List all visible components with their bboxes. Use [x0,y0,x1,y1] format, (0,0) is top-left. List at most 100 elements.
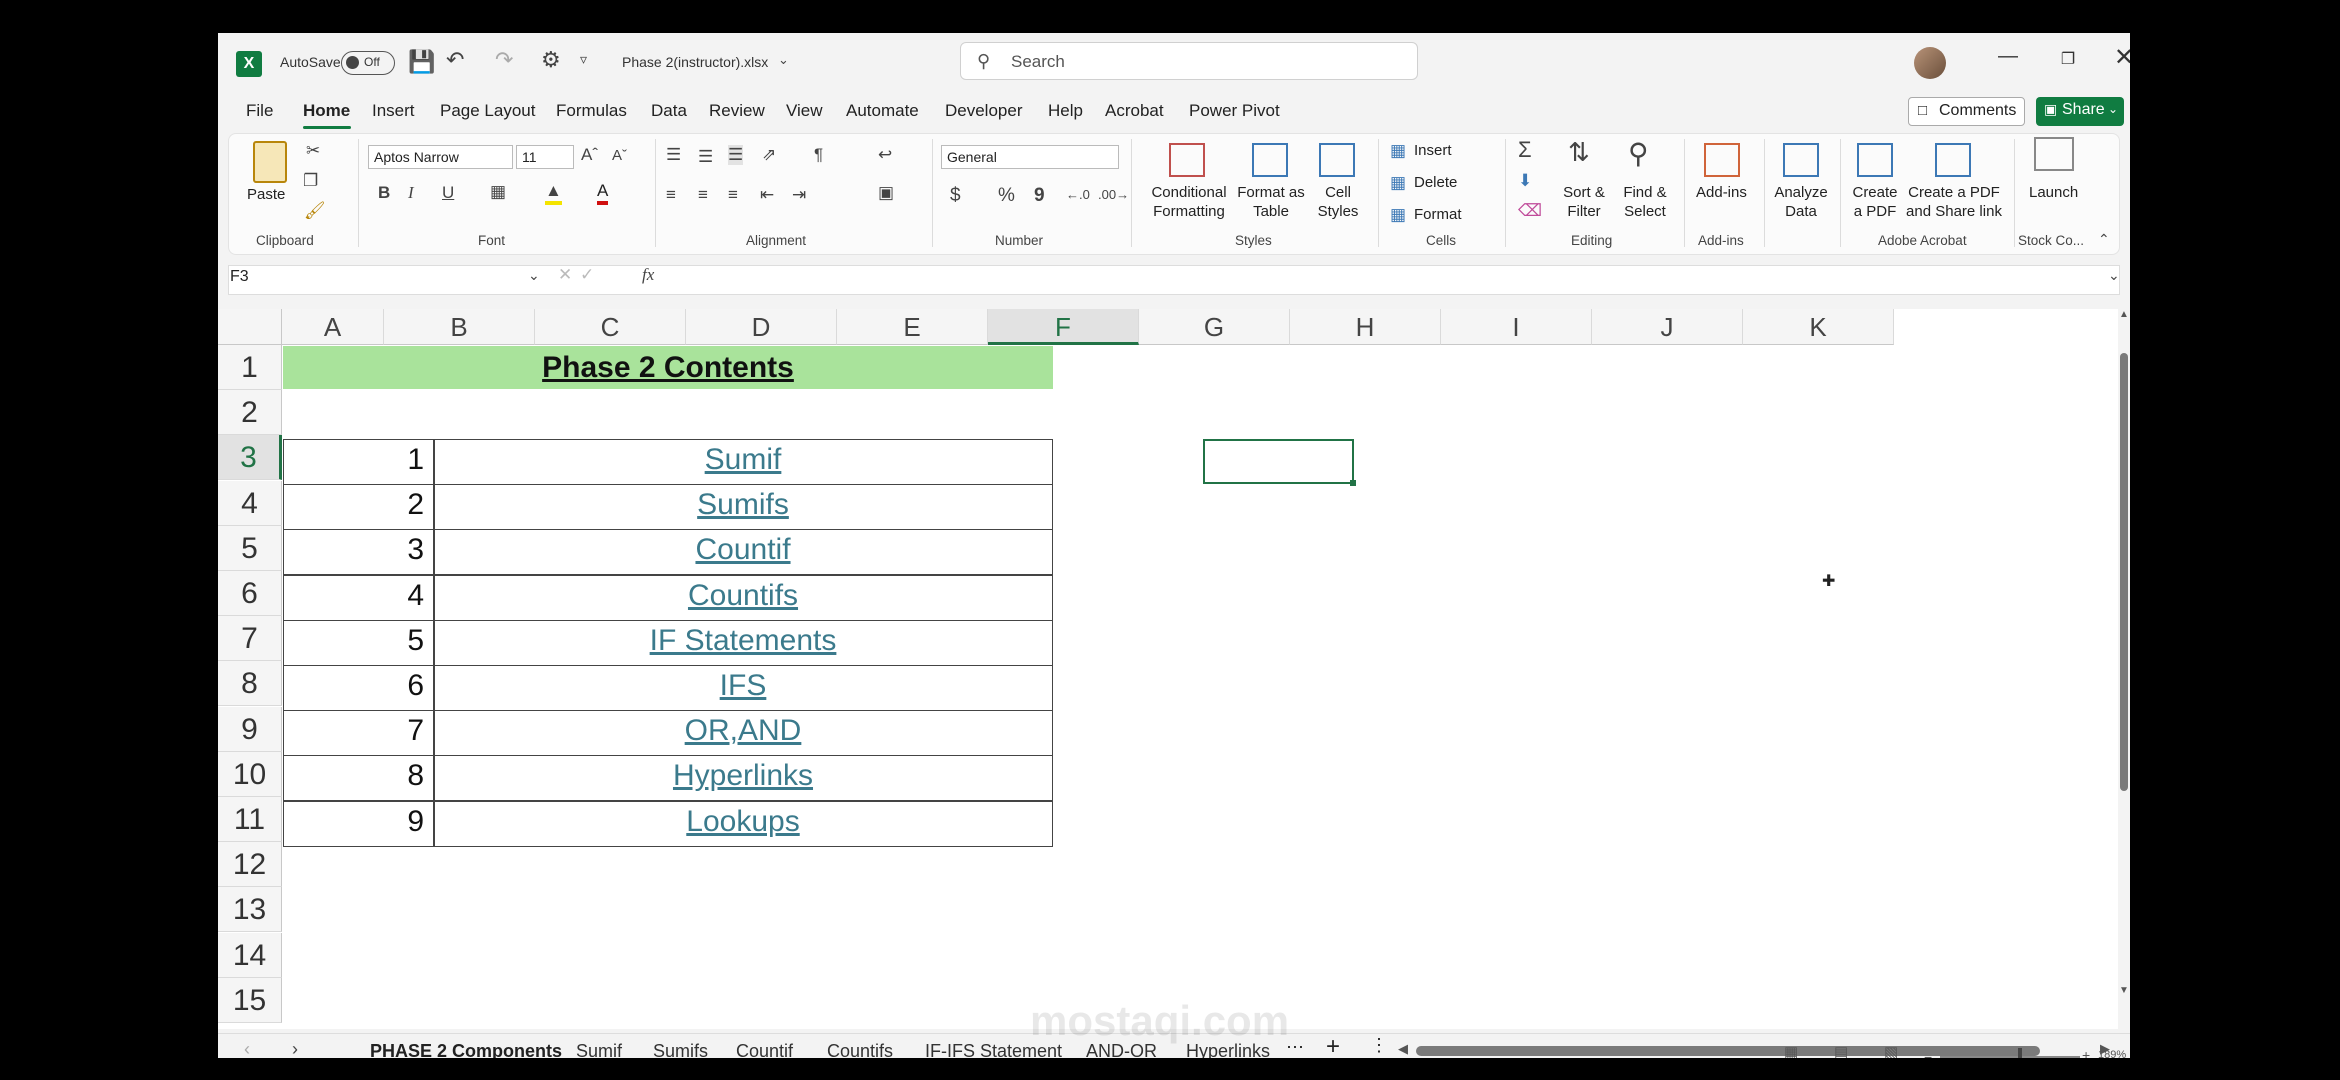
align-center-icon[interactable]: ≡ [698,185,708,205]
scroll-up-icon[interactable]: ▲ [2119,309,2129,320]
share-button[interactable]: ▣ Share ⌄ [2036,97,2124,126]
sheet-options-icon[interactable]: ⋮ [1370,1035,1388,1056]
format-painter-icon[interactable]: 🖌 [304,201,326,221]
orientation-icon[interactable]: ⇗ [762,145,776,165]
search-box[interactable]: ⚲ Search [960,42,1418,80]
menu-page-layout[interactable]: Page Layout [440,101,535,121]
align-right-icon[interactable]: ≡ [728,185,738,205]
sheet-tab-countifs[interactable]: Countifs [827,1041,893,1058]
minimize-icon[interactable]: — [1988,45,2028,68]
sort-filter-icon[interactable]: ⇅ [1568,137,1590,168]
zoom-slider-thumb[interactable] [2018,1048,2022,1058]
fill-icon[interactable]: ⬇ [1518,171,1532,191]
format-cells-icon[interactable]: ▦ [1390,205,1406,225]
column-header-k[interactable]: K [1743,309,1894,345]
create-pdf-label[interactable]: Create a PDF [1846,183,1904,221]
format-cells-label[interactable]: Format [1414,205,1462,224]
undo-icon[interactable]: ↶ [446,47,464,73]
menu-view[interactable]: View [786,101,823,121]
row-header-12[interactable]: 12 [218,842,282,888]
align-middle-icon[interactable]: ☰ [698,147,713,167]
decrease-decimal-icon[interactable]: .00→ [1098,187,1129,202]
menu-home[interactable]: Home [303,101,350,121]
customize-qat-icon[interactable]: ▿ [580,51,587,68]
row-header-15[interactable]: 15 [218,977,282,1023]
decrease-indent-icon[interactable]: ⇤ [760,185,774,205]
item-hyperlink-cell[interactable]: Lookups [435,805,1051,839]
delete-cells-icon[interactable]: ▦ [1390,173,1406,193]
create-pdf-icon[interactable] [1857,143,1893,177]
percent-button[interactable]: % [998,185,1015,207]
menu-data[interactable]: Data [651,101,687,121]
increase-indent-icon[interactable]: ⇥ [792,185,806,205]
select-all-corner[interactable] [218,309,282,345]
filename-chevron-icon[interactable]: ⌄ [778,52,789,68]
menu-formulas[interactable]: Formulas [556,101,627,121]
column-header-b[interactable]: B [384,309,535,345]
normal-view-icon[interactable]: ▦ [1784,1043,1798,1058]
merge-center-icon[interactable]: ▣ [878,183,894,203]
page-break-view-icon[interactable]: ▧ [1884,1043,1898,1058]
increase-decimal-icon[interactable]: ←.0 [1066,187,1090,202]
zoom-out-icon[interactable]: − [1924,1049,1932,1058]
menu-acrobat[interactable]: Acrobat [1105,101,1164,121]
currency-button[interactable]: $ [950,185,961,207]
bold-button[interactable]: B [378,183,390,203]
cell-styles-label[interactable]: Cell Styles [1308,183,1368,221]
delete-cells-label[interactable]: Delete [1414,173,1457,192]
column-header-j[interactable]: J [1592,309,1743,345]
prev-sheet-icon[interactable]: ‹ [244,1039,250,1058]
scroll-down-icon[interactable]: ▼ [2119,985,2129,996]
menu-insert[interactable]: Insert [372,101,415,121]
sheet-tab-sumif[interactable]: Sumif [576,1041,622,1058]
horizontal-scrollbar[interactable] [1416,1046,2040,1056]
row-header-1[interactable]: 1 [218,345,282,390]
column-header-c[interactable]: C [535,309,686,345]
item-number-cell[interactable]: 8 [284,759,424,793]
row-header-11[interactable]: 11 [218,797,282,842]
scroll-left-icon[interactable]: ◀ [1398,1041,1408,1057]
menu-help[interactable]: Help [1048,101,1083,121]
item-number-cell[interactable]: 2 [284,488,424,522]
insert-cells-label[interactable]: Insert [1414,141,1452,160]
text-direction-icon[interactable]: ¶ [814,145,823,165]
number-format-combo[interactable]: General [941,145,1119,169]
paste-label[interactable]: Paste [247,185,285,204]
page-layout-view-icon[interactable]: ▤ [1834,1043,1848,1058]
row-header-4[interactable]: 4 [218,480,282,526]
vertical-scrollbar[interactable] [2120,353,2128,791]
item-number-cell[interactable]: 3 [284,533,424,567]
item-hyperlink-cell[interactable]: Countif [435,533,1051,567]
decrease-font-icon[interactable]: Aˇ [612,147,627,164]
sheet-tab-countif[interactable]: Countif [736,1041,793,1058]
name-box[interactable]: F3 [230,268,550,286]
underline-button[interactable]: U [442,183,454,203]
formula-input[interactable] [690,268,2090,292]
item-number-cell[interactable]: 1 [284,443,424,477]
item-number-cell[interactable]: 7 [284,714,424,748]
item-hyperlink-cell[interactable]: Hyperlinks [435,759,1051,793]
format-as-table-icon[interactable] [1252,143,1288,177]
row-header-10[interactable]: 10 [218,751,282,797]
align-bottom-icon[interactable]: ☰ [728,145,744,165]
launch-label[interactable]: Launch [2029,183,2078,202]
analyze-data-icon[interactable] [1783,143,1819,177]
row-header-3[interactable]: 3 [218,435,282,481]
font-size-combo[interactable]: 11 [516,145,574,169]
item-number-cell[interactable]: 4 [284,579,424,613]
name-box-chevron-icon[interactable]: ⌄ [528,267,540,284]
column-header-i[interactable]: I [1441,309,1592,345]
wrap-text-icon[interactable]: ↩ [878,145,892,165]
italic-button[interactable]: I [408,183,414,203]
paste-icon[interactable] [253,141,287,183]
user-avatar[interactable] [1914,47,1946,79]
analyze-data-label[interactable]: Analyze Data [1770,183,1832,221]
menu-file[interactable]: File [246,101,273,121]
settings-gear-icon[interactable]: ⚙ [541,47,561,73]
row-header-9[interactable]: 9 [218,706,282,752]
comma-button[interactable]: 9 [1034,185,1045,207]
column-header-d[interactable]: D [686,309,837,345]
next-sheet-icon[interactable]: › [292,1039,298,1058]
autosum-icon[interactable]: Σ [1518,137,1532,163]
item-hyperlink-cell[interactable]: Sumif [435,443,1051,477]
